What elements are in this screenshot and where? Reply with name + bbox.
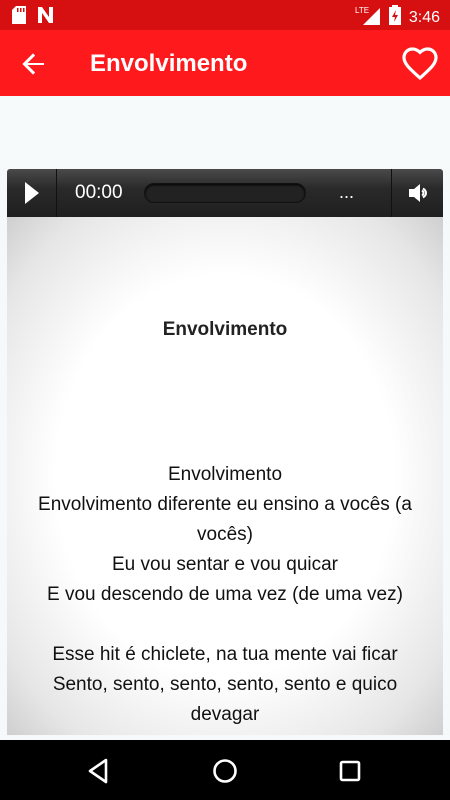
play-icon bbox=[25, 182, 39, 204]
current-time: 00:00 bbox=[75, 182, 123, 203]
banner-area bbox=[0, 96, 450, 168]
lyrics-text: Envolvimento Envolvimento diferente eu e… bbox=[21, 460, 429, 730]
lyric-line: Envolvimento bbox=[167, 464, 283, 485]
lyric-line: Eu vou sentar e vou quicar bbox=[111, 554, 339, 575]
status-bar: LTE 3:46 bbox=[0, 0, 450, 30]
audio-player: 00:00 ... bbox=[7, 169, 443, 217]
lte-signal-icon: LTE bbox=[355, 5, 381, 30]
volume-icon bbox=[409, 184, 428, 202]
lyric-line: Esse hit é chiclete, na tua mente vai fi… bbox=[52, 644, 398, 665]
page-title: Envolvimento bbox=[90, 50, 248, 77]
recents-square-icon[interactable] bbox=[335, 756, 365, 786]
app-bar: Envolvimento bbox=[0, 30, 450, 96]
lyric-line: E vou descendo de uma vez (de uma vez) bbox=[47, 584, 403, 605]
sd-card-icon bbox=[12, 6, 26, 29]
battery-charging-icon bbox=[388, 5, 401, 30]
progress-track[interactable] bbox=[144, 183, 306, 203]
arrow-back-icon[interactable] bbox=[18, 48, 50, 80]
play-button[interactable] bbox=[7, 169, 57, 217]
duration-text: ... bbox=[339, 182, 355, 202]
lyrics-panel: Envolvimento Envolvimento Envolvimento d… bbox=[7, 217, 443, 735]
svg-text:LTE: LTE bbox=[355, 6, 369, 15]
volume-button[interactable] bbox=[391, 169, 443, 217]
n-notification-icon bbox=[36, 6, 54, 29]
back-triangle-icon[interactable] bbox=[84, 756, 114, 786]
status-time: 3:46 bbox=[408, 8, 440, 26]
home-circle-icon[interactable] bbox=[210, 756, 240, 786]
heart-outline-icon[interactable] bbox=[402, 47, 438, 81]
system-nav-bar bbox=[0, 740, 450, 800]
lyric-line: Envolvimento diferente eu ensino a vocês… bbox=[38, 494, 412, 545]
song-heading: Envolvimento bbox=[162, 319, 288, 340]
lyric-line: Sento, sento, sento, sento, sento e quic… bbox=[52, 674, 398, 725]
lyric-stanza-break bbox=[21, 610, 429, 640]
